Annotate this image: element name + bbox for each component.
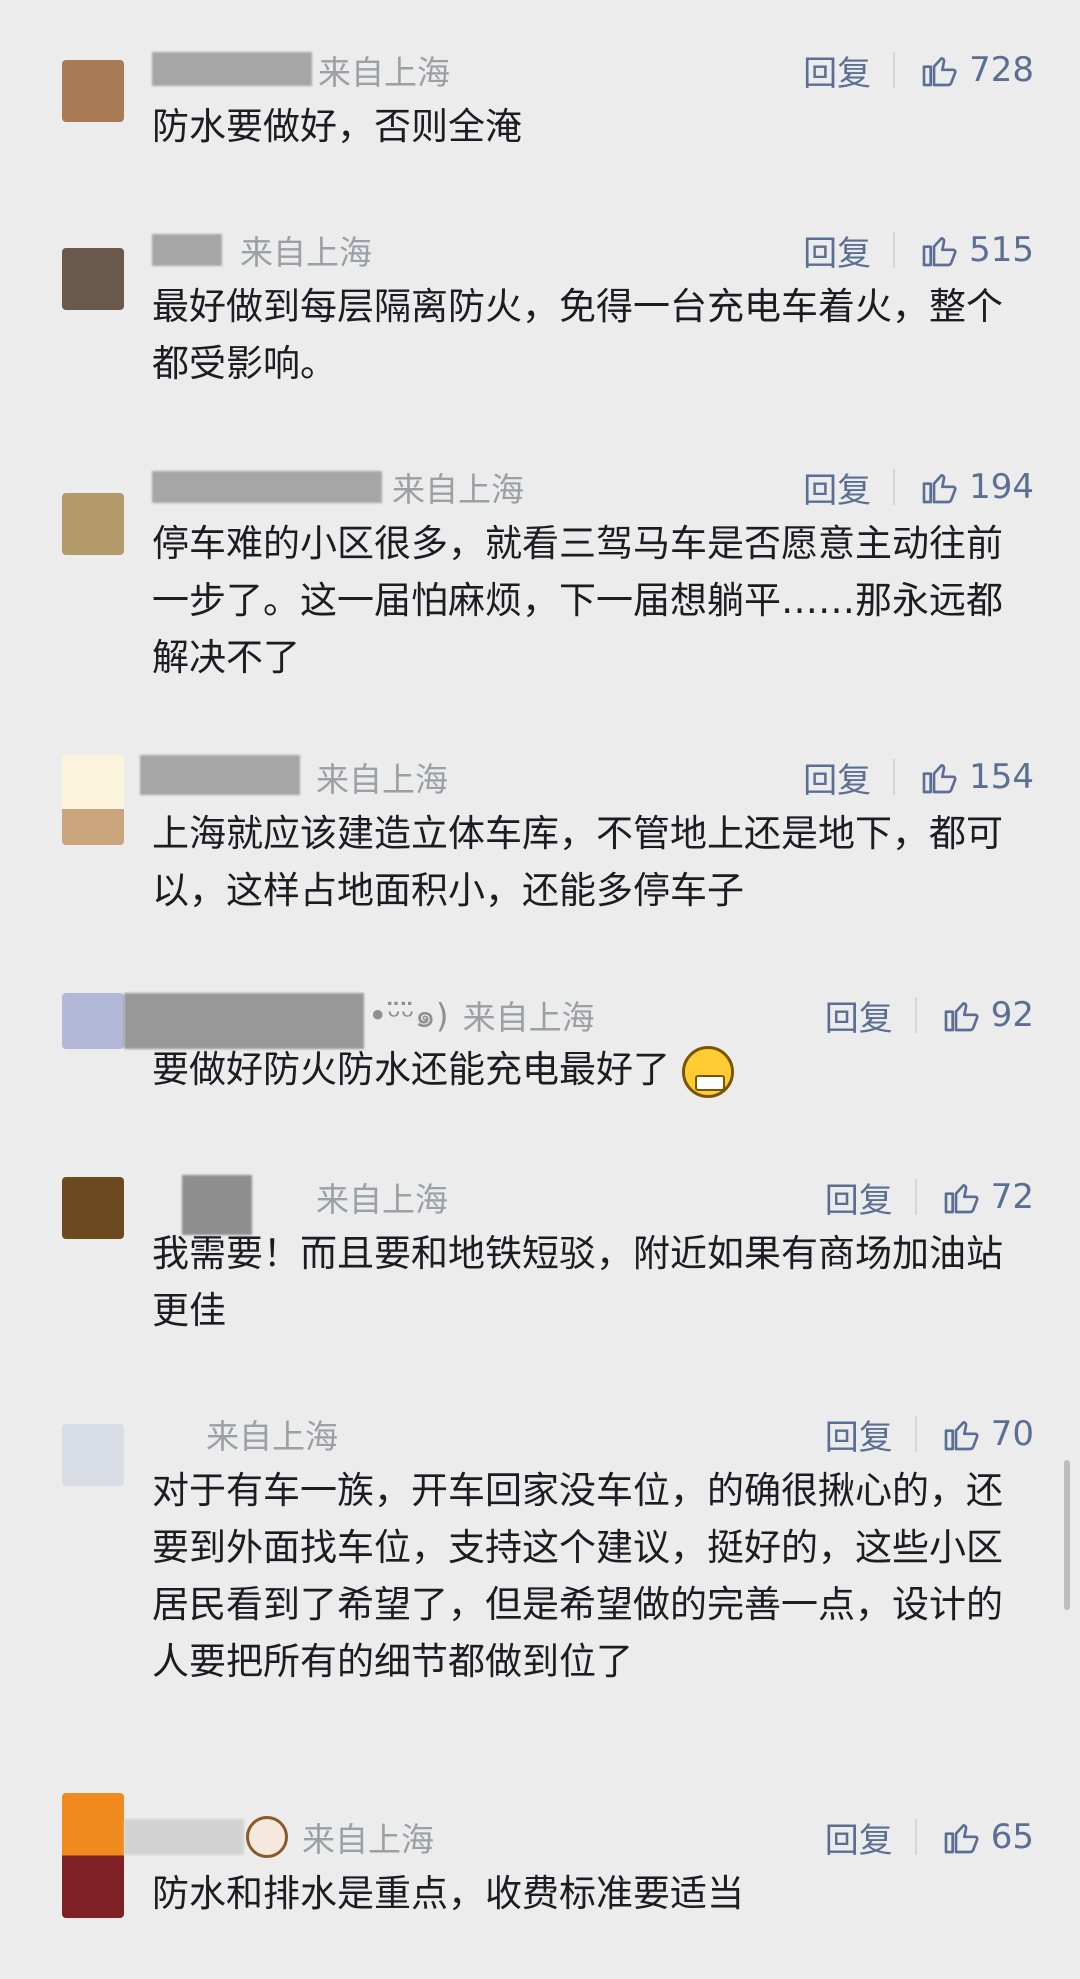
divider [914, 1416, 917, 1452]
location-label: 来自上海 [318, 53, 450, 92]
dog-face-icon [246, 1816, 288, 1858]
comment-text: 我需要！而且要和地铁短驳，附近如果有商场加油站更佳 [152, 1232, 1003, 1332]
thumbs-up-icon[interactable] [941, 1177, 981, 1217]
location-label: 来自上海 [206, 1417, 338, 1456]
avatar[interactable] [62, 1177, 124, 1239]
redacted-nickname [124, 1819, 244, 1855]
thumbs-up-icon[interactable] [919, 230, 959, 270]
reply-button[interactable]: 回复 [803, 463, 871, 512]
nickname: •ᵕ̈ᵕ̈๑) [368, 995, 449, 1035]
reply-button[interactable]: 回复 [825, 1173, 893, 1222]
location-label: 来自上海 [240, 233, 372, 272]
comment-text: 防水要做好，否则全淹 [152, 105, 522, 148]
like-count: 65 [990, 1817, 1034, 1857]
thumbs-up-icon[interactable] [919, 467, 959, 507]
thumbs-up-icon[interactable] [919, 757, 959, 797]
reply-button[interactable]: 回复 [825, 1410, 893, 1459]
location-label: 来自上海 [392, 470, 524, 509]
divider [893, 232, 896, 268]
avatar[interactable] [62, 1793, 124, 1918]
reply-button[interactable]: 回复 [803, 46, 871, 95]
comment-text-content: 要做好防火防水还能充电最好了 [152, 1048, 670, 1091]
like-count: 70 [990, 1414, 1034, 1454]
avatar[interactable] [62, 60, 124, 122]
avatar[interactable] [62, 993, 124, 1049]
divider [914, 997, 917, 1033]
thumbs-up-icon[interactable] [941, 1817, 981, 1857]
comment-text: 上海就应该建造立体车库，不管地上还是地下，都可以，这样占地面积小，还能多停车子 [152, 812, 1003, 912]
divider [893, 469, 896, 505]
avatar[interactable] [62, 1424, 124, 1486]
divider [914, 1819, 917, 1855]
comment-text: 停车难的小区很多，就看三驾马车是否愿意主动往前一步了。这一届怕麻烦，下一届想躺平… [152, 522, 1003, 679]
divider [893, 759, 896, 795]
reply-button[interactable]: 回复 [825, 991, 893, 1040]
comment-text: 对于有车一族，开车回家没车位，的确很揪心的，还要到外面找车位，支持这个建议，挺好… [152, 1469, 1003, 1683]
grinning-face-icon [681, 1045, 734, 1098]
scrollbar[interactable] [1064, 1460, 1070, 1610]
like-count: 194 [969, 467, 1034, 507]
reply-button[interactable]: 回复 [803, 226, 871, 275]
redacted-nickname [152, 471, 382, 503]
thumbs-up-icon[interactable] [941, 1414, 981, 1454]
redacted-nickname [140, 755, 300, 795]
like-count: 728 [969, 50, 1034, 90]
like-count: 72 [990, 1177, 1034, 1217]
location-label: 来自上海 [316, 760, 448, 799]
avatar[interactable] [62, 493, 124, 555]
comment-text: 要做好防火防水还能充电最好了 [152, 1041, 1034, 1098]
location-label: 来自上海 [462, 998, 595, 1037]
location-label: 来自上海 [302, 1820, 434, 1859]
comment-text: 最好做到每层隔离防火，免得一台充电车着火，整个都受影响。 [152, 285, 1003, 385]
reply-button[interactable]: 回复 [825, 1813, 893, 1862]
divider [914, 1179, 917, 1215]
like-count: 515 [969, 230, 1034, 270]
like-count: 92 [990, 995, 1034, 1035]
avatar[interactable] [62, 755, 124, 845]
redacted-nickname [152, 234, 222, 266]
reply-button[interactable]: 回复 [803, 753, 871, 802]
thumbs-up-icon[interactable] [919, 50, 959, 90]
comment-text: 防水和排水是重点，收费标准要适当 [152, 1872, 744, 1915]
like-count: 154 [969, 757, 1034, 797]
redacted-nickname [152, 52, 312, 86]
divider [893, 52, 896, 88]
thumbs-up-icon[interactable] [941, 995, 981, 1035]
avatar[interactable] [62, 248, 124, 310]
location-label: 来自上海 [316, 1180, 448, 1219]
